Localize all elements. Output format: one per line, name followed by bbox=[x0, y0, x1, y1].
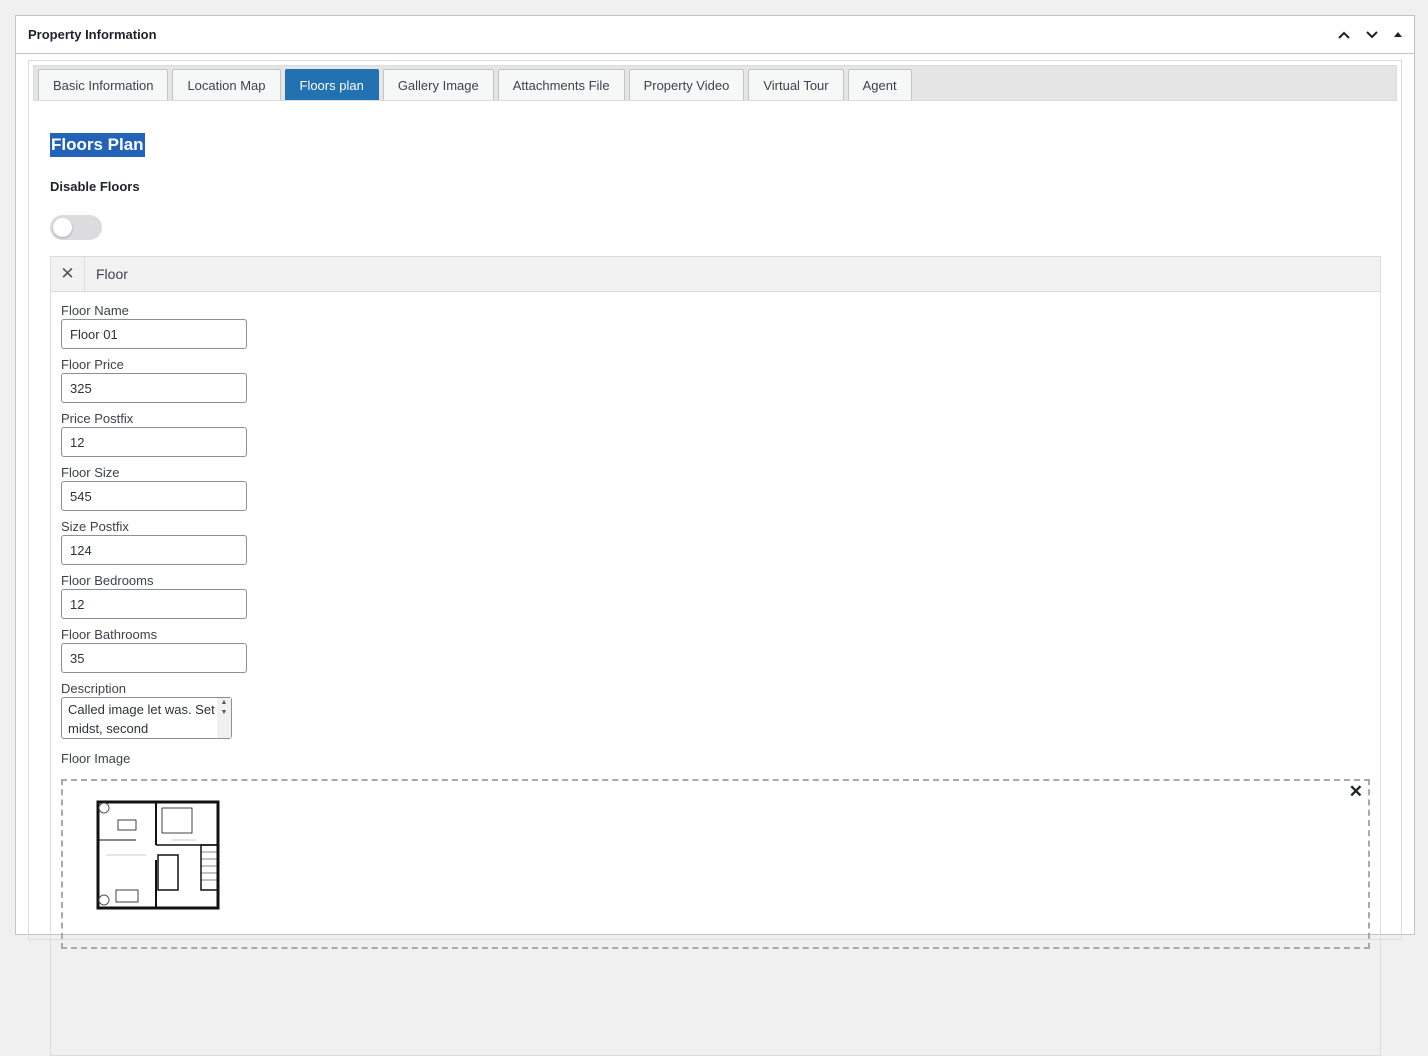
move-down-icon[interactable] bbox=[1364, 27, 1380, 43]
description-wrap: Called image let was. Set midst, second … bbox=[61, 697, 232, 739]
collapse-toggle-icon[interactable] bbox=[1392, 29, 1404, 41]
section-heading: Floors Plan bbox=[50, 133, 145, 157]
price-postfix-label: Price Postfix bbox=[61, 411, 134, 426]
floor-price-label: Floor Price bbox=[61, 357, 124, 372]
tab-property-video[interactable]: Property Video bbox=[628, 69, 745, 100]
price-postfix-input[interactable] bbox=[61, 427, 247, 457]
floor-size-label: Floor Size bbox=[61, 465, 120, 480]
floor-image-label: Floor Image bbox=[61, 751, 131, 766]
floor-price-input[interactable] bbox=[61, 373, 247, 403]
tab-gallery-image[interactable]: Gallery Image bbox=[382, 69, 494, 100]
disable-floors-toggle[interactable] bbox=[50, 215, 102, 240]
remove-image-icon[interactable]: ✕ bbox=[1349, 782, 1363, 802]
floor-name-field: Floor Name bbox=[61, 302, 1380, 349]
floor-name-input[interactable] bbox=[61, 319, 247, 349]
size-postfix-input[interactable] bbox=[61, 535, 247, 565]
tab-basic-information[interactable]: Basic Information bbox=[38, 69, 169, 100]
disable-floors-label: Disable Floors bbox=[50, 179, 140, 194]
floor-group-title: Floor bbox=[96, 266, 128, 282]
floor-size-input[interactable] bbox=[61, 481, 247, 511]
floor-group: ✕ Floor Floor Name Floor Price Price Pos… bbox=[50, 256, 1381, 1056]
floor-name-label: Floor Name bbox=[61, 303, 129, 318]
floor-bathrooms-input[interactable] bbox=[61, 643, 247, 673]
floor-plan-thumbnail-icon[interactable] bbox=[96, 800, 220, 915]
floor-size-field: Floor Size bbox=[61, 464, 1380, 511]
size-postfix-field: Size Postfix bbox=[61, 518, 1380, 565]
floor-price-field: Floor Price bbox=[61, 356, 1380, 403]
remove-floor-button[interactable]: ✕ bbox=[51, 257, 85, 291]
postbox-title: Property Information bbox=[28, 27, 157, 42]
price-postfix-field: Price Postfix bbox=[61, 410, 1380, 457]
floor-bathrooms-field: Floor Bathrooms bbox=[61, 626, 1380, 673]
floor-bedrooms-field: Floor Bedrooms bbox=[61, 572, 1380, 619]
property-information-box: Property Information Basic Information L… bbox=[15, 15, 1415, 1056]
floor-bedrooms-input[interactable] bbox=[61, 589, 247, 619]
tab-agent[interactable]: Agent bbox=[847, 69, 912, 100]
tab-attachments-file[interactable]: Attachments File bbox=[497, 69, 625, 100]
floor-fields: Floor Name Floor Price Price Postfix Flo… bbox=[51, 292, 1380, 949]
move-up-icon[interactable] bbox=[1336, 27, 1352, 43]
toggle-knob bbox=[53, 218, 72, 237]
floor-group-header: ✕ Floor bbox=[51, 257, 1380, 292]
postbox-header: Property Information bbox=[16, 16, 1414, 54]
tab-floors-plan[interactable]: Floors plan bbox=[284, 69, 379, 100]
textarea-scrollbar[interactable]: ▲ ▼ bbox=[217, 698, 231, 738]
tab-location-map[interactable]: Location Map bbox=[172, 69, 281, 100]
handle-actions bbox=[1336, 27, 1404, 43]
floor-bathrooms-label: Floor Bathrooms bbox=[61, 627, 158, 642]
tab-virtual-tour[interactable]: Virtual Tour bbox=[748, 69, 844, 100]
floor-image-dropzone[interactable]: ✕ bbox=[61, 779, 1370, 949]
description-label: Description bbox=[61, 681, 127, 696]
floors-plan-content: Floors Plan Disable Floors ✕ Floor Floor… bbox=[50, 133, 1382, 1056]
description-textarea[interactable]: Called image let was. Set midst, second bbox=[61, 697, 232, 739]
size-postfix-label: Size Postfix bbox=[61, 519, 129, 534]
property-tabs-panel: Basic Information Location Map Floors pl… bbox=[28, 60, 1402, 1056]
description-field: Description Called image let was. Set mi… bbox=[61, 680, 1380, 739]
floor-bedrooms-label: Floor Bedrooms bbox=[61, 573, 154, 588]
tab-bar: Basic Information Location Map Floors pl… bbox=[33, 65, 1397, 101]
